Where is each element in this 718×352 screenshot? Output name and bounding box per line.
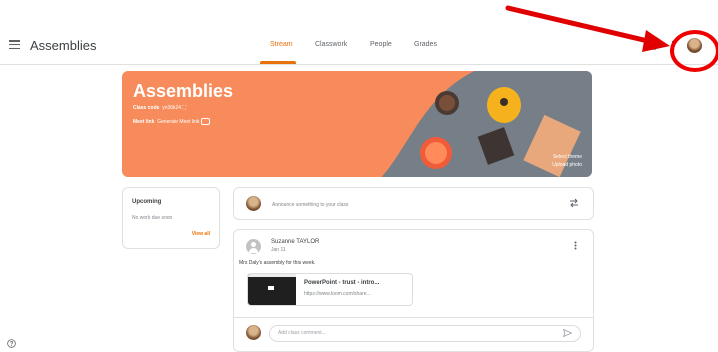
annotation-circle (670, 30, 718, 72)
attachment-url: https://www.loom.com/share... (304, 291, 371, 297)
meet-link[interactable]: Meet link Generate Meet link (133, 118, 210, 125)
commenter-avatar (246, 325, 261, 340)
divider (234, 317, 593, 318)
app-title[interactable]: Assemblies (30, 38, 96, 53)
attachment-card[interactable]: PowerPoint - trust - intro... https://ww… (247, 273, 413, 306)
tab-stream[interactable]: Stream (270, 41, 293, 48)
upcoming-card: Upcoming No work due soon View all (122, 187, 220, 249)
annotation-arrow (505, 5, 670, 52)
comment-placeholder: Add class comment... (278, 330, 326, 336)
comment-input[interactable]: Add class comment... (269, 325, 581, 342)
post-menu-icon[interactable] (574, 241, 577, 250)
send-icon[interactable] (563, 329, 572, 337)
announce-input[interactable]: Announce something to your class (272, 202, 348, 208)
active-tab-indicator (260, 61, 296, 64)
tab-classwork[interactable]: Classwork (315, 41, 347, 48)
post-card: Suzanne TAYLOR Jan 11 Mrs Daly's assembl… (233, 229, 594, 352)
view-all-link[interactable]: View all (192, 231, 210, 237)
upcoming-title: Upcoming (132, 199, 162, 205)
upload-photo-link[interactable]: Upload photo (552, 162, 582, 168)
author-avatar (246, 239, 261, 254)
video-thumbnail (248, 274, 296, 305)
tab-people[interactable]: People (370, 41, 392, 48)
tab-grades[interactable]: Grades (414, 41, 437, 48)
upcoming-empty: No work due soon (132, 215, 173, 221)
select-theme-link[interactable]: Select theme (553, 154, 582, 160)
user-avatar (246, 196, 261, 211)
class-code: Class code yn36k24 ⛶ (133, 105, 186, 111)
menu-icon[interactable] (9, 40, 20, 50)
help-icon[interactable] (7, 339, 16, 348)
post-author: Suzanne TAYLOR (271, 239, 320, 245)
post-date: Jan 11 (271, 247, 286, 253)
post-body: Mrs Daly's assembly for this week. (239, 260, 316, 266)
announce-card[interactable]: Announce something to your class (233, 187, 594, 220)
class-banner: Assemblies Class code yn36k24 ⛶ Meet lin… (122, 71, 592, 177)
attachment-title: PowerPoint - trust - intro... (304, 280, 380, 286)
repost-icon[interactable] (569, 198, 579, 208)
banner-title: Assemblies (133, 81, 234, 101)
